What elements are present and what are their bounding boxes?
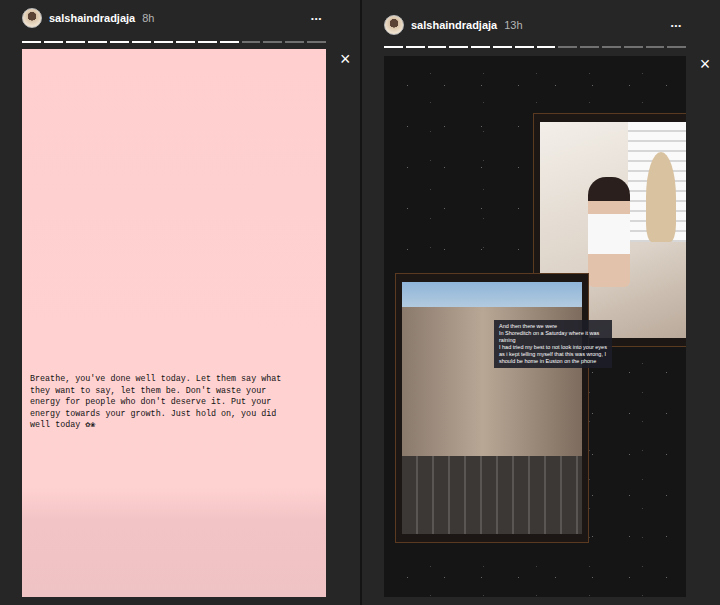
street-photo [396,274,588,542]
progress-segment [449,46,468,48]
progress-segment [220,41,239,43]
progress-segment [154,41,173,43]
progress-segment [493,46,512,48]
progress-segment [558,46,577,48]
story-time: 8h [142,12,154,24]
progress-segment [537,46,556,48]
more-menu-icon[interactable]: ••• [311,14,326,23]
username[interactable]: salshaindradjaja [411,19,497,31]
pampas-plant [646,152,676,242]
lyrics-caption: And then there we wereIn Shoreditch on a… [494,320,612,368]
progress-bar [384,46,686,48]
progress-segment [667,46,686,48]
story-viewer: salshaindradjaja 8h ••• Breathe, you've … [0,0,720,605]
avatar-icon[interactable] [22,8,42,28]
story-column: salshaindradjaja 8h ••• Breathe, you've … [22,8,326,597]
progress-segment [406,46,425,48]
progress-segment [307,41,326,43]
story-header: salshaindradjaja 8h ••• [22,8,326,28]
story-content[interactable]: Breathe, you've done well today. Let the… [22,49,326,597]
caption-line: should be home in Euston on the phone [499,358,607,365]
progress-segment [132,41,151,43]
shopfront [402,456,582,534]
story-text: Breathe, you've done well today. Let the… [30,374,292,432]
woman-figure [588,177,630,287]
progress-segment [580,46,599,48]
progress-segment [110,41,129,43]
progress-segment [471,46,490,48]
progress-segment [176,41,195,43]
story-panel: salshaindradjaja 13h ••• And then there … [360,0,720,605]
progress-segment [428,46,447,48]
progress-segment [88,41,107,43]
progress-segment [285,41,304,43]
progress-segment [242,41,261,43]
more-menu-icon[interactable]: ••• [671,21,686,30]
progress-segment [384,46,403,48]
progress-segment [198,41,217,43]
close-button[interactable]: × [686,15,720,597]
story-column: salshaindradjaja 13h ••• And then there … [384,15,686,597]
story-header: salshaindradjaja 13h ••• [384,15,686,35]
caption-line: raining [499,337,607,344]
progress-segment [624,46,643,48]
progress-segment [646,46,665,48]
caption-line: I had tried my best to not look into you… [499,344,607,351]
progress-segment [602,46,621,48]
story-panel: salshaindradjaja 8h ••• Breathe, you've … [0,0,360,605]
caption-line: In Shoreditch on a Saturday where it was [499,330,607,337]
username[interactable]: salshaindradjaja [49,12,135,24]
close-button[interactable]: × [326,8,360,597]
caption-line: And then there we were [499,323,607,330]
caption-line: as i kept telling myself that this was w… [499,351,607,358]
progress-segment [22,41,41,43]
progress-segment [66,41,85,43]
story-time: 13h [504,19,522,31]
progress-segment [263,41,282,43]
progress-segment [44,41,63,43]
avatar-icon[interactable] [384,15,404,35]
progress-segment [515,46,534,48]
progress-bar [22,41,326,43]
story-content[interactable]: And then there we wereIn Shoreditch on a… [384,56,686,597]
